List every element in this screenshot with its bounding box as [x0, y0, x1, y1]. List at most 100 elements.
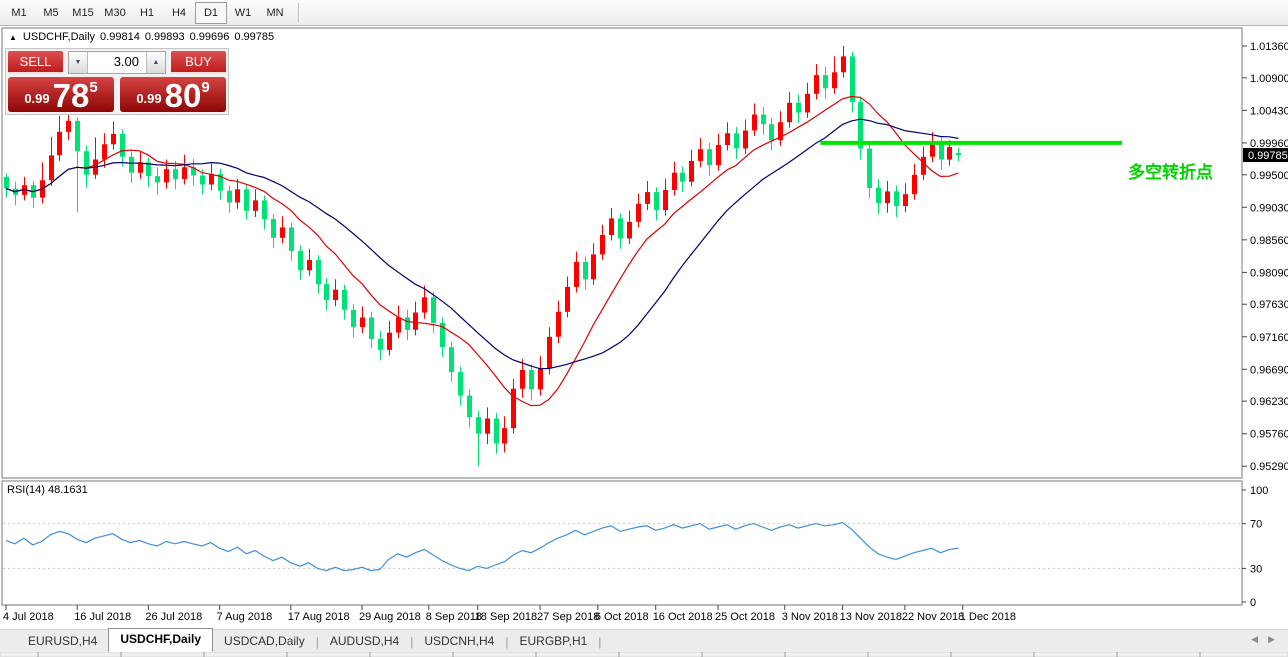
collapse-arrow-icon[interactable]: ▲	[9, 33, 17, 42]
date-axis-label: 3 Nov 2018	[782, 611, 838, 623]
bid-price-tile[interactable]: 0.99 78 5	[8, 77, 114, 112]
candle	[894, 191, 899, 206]
date-axis-label: 6 Oct 2018	[595, 611, 649, 623]
rsi-axis-label: 0	[1250, 597, 1256, 609]
candle	[235, 189, 240, 202]
chart-tab-usdcnh[interactable]: USDCNH,H4	[413, 632, 505, 652]
timeframe-button-m1[interactable]: M1	[3, 2, 35, 24]
candle	[405, 317, 410, 330]
rsi-indicator-label: RSI(14) 48.1631	[7, 484, 88, 496]
chart-tab-eurgbp[interactable]: EURGBP,H1	[508, 632, 598, 652]
candle	[49, 155, 54, 180]
timeframe-button-h4[interactable]: H4	[163, 2, 195, 24]
candle	[316, 260, 321, 284]
rsi-axis-label: 100	[1250, 485, 1268, 497]
candle	[787, 103, 792, 122]
rsi-axis-label: 30	[1250, 563, 1262, 575]
chart-tab-usdchf[interactable]: USDCHF,Daily	[108, 628, 213, 652]
price-axis-label: 0.97630	[1250, 299, 1288, 311]
volume-input[interactable]: 3.00	[88, 52, 146, 73]
bid-price-big-digits: 78	[53, 81, 90, 110]
volume-decrease-button[interactable]: ▼	[69, 52, 88, 73]
date-axis-label: 26 Jul 2018	[145, 611, 202, 623]
candle	[680, 173, 685, 182]
candle	[307, 260, 312, 270]
quote-open: 0.99814	[100, 31, 140, 43]
candle	[734, 133, 739, 148]
candle	[618, 218, 623, 238]
volume-stepper: ▼ 3.00 ▲	[68, 51, 166, 74]
candle	[253, 200, 258, 210]
candle	[342, 290, 347, 310]
quote-high: 0.99893	[145, 31, 185, 43]
candle	[609, 218, 614, 235]
date-axis-label: 7 Aug 2018	[217, 611, 273, 623]
tab-scroll-left-icon[interactable]: ◀	[1251, 634, 1258, 645]
candle	[520, 370, 525, 389]
current-price-tag-label: 0.99785	[1248, 150, 1288, 162]
price-axis-label: 0.95290	[1250, 461, 1288, 473]
chart-generated-layers: 1.013601.009001.004300.999600.995000.990…	[0, 26, 1288, 657]
chevron-up-icon: ▲	[153, 59, 160, 66]
chart-symbol-label: USDCHF,Daily	[23, 31, 95, 43]
ask-price-big-digits: 80	[165, 81, 202, 110]
candle	[903, 194, 908, 206]
candle	[262, 200, 267, 219]
candle	[867, 149, 872, 189]
candle	[805, 94, 810, 113]
candle	[921, 157, 926, 175]
tab-scroll-right-icon[interactable]: ▶	[1268, 634, 1275, 645]
price-axis-label: 0.99500	[1250, 170, 1288, 182]
candle	[431, 297, 436, 323]
price-axis-label: 1.00430	[1250, 105, 1288, 117]
timeframe-button-m30[interactable]: M30	[99, 2, 131, 24]
candle	[298, 251, 303, 270]
candle	[574, 262, 579, 287]
timeframe-button-mn[interactable]: MN	[259, 2, 291, 24]
candle	[111, 134, 116, 144]
volume-increase-button[interactable]: ▲	[146, 52, 165, 73]
date-axis-label: 4 Jul 2018	[3, 611, 54, 623]
candle	[743, 131, 748, 149]
chart-tab-audusd[interactable]: AUDUSD,H4	[319, 632, 410, 652]
candle	[155, 176, 160, 182]
candle	[57, 132, 62, 156]
candle	[351, 310, 356, 327]
chart-tab-eurusd[interactable]: EURUSD,H4	[17, 632, 108, 652]
candle	[458, 372, 463, 396]
candle	[84, 151, 89, 175]
candle	[324, 284, 329, 300]
quote-low: 0.99696	[190, 31, 230, 43]
ask-price-tile[interactable]: 0.99 80 9	[120, 77, 226, 112]
candle	[182, 167, 187, 179]
timeframe-button-m5[interactable]: M5	[35, 2, 67, 24]
candle	[529, 370, 534, 389]
candle	[850, 56, 855, 102]
price-axis-label: 0.96690	[1250, 364, 1288, 376]
candle	[173, 169, 178, 179]
candle	[663, 190, 668, 210]
candle	[912, 175, 917, 194]
candle	[689, 161, 694, 182]
candle	[164, 169, 169, 182]
candle	[449, 347, 454, 372]
candle	[4, 177, 9, 189]
timeframe-button-d1[interactable]: D1	[195, 2, 227, 24]
candle	[387, 333, 392, 350]
ask-price-prefix: 0.99	[136, 91, 161, 106]
one-click-trading-panel: SELL ▼ 3.00 ▲ BUY 0.99 78 5 0.99 80 9	[5, 48, 229, 115]
timeframe-button-w1[interactable]: W1	[227, 2, 259, 24]
toolbar-separator	[298, 3, 299, 23]
chevron-down-icon: ▼	[75, 59, 82, 66]
candle	[583, 262, 588, 279]
candle	[600, 235, 605, 254]
candle	[876, 188, 881, 203]
candle	[271, 219, 276, 238]
buy-button[interactable]: BUY	[171, 51, 226, 74]
chart-tab-usdcad[interactable]: USDCAD,Daily	[213, 632, 316, 652]
candle	[956, 153, 961, 155]
timeframe-button-h1[interactable]: H1	[131, 2, 163, 24]
sell-button[interactable]: SELL	[8, 51, 63, 74]
timeframe-button-m15[interactable]: M15	[67, 2, 99, 24]
candle	[769, 124, 774, 140]
